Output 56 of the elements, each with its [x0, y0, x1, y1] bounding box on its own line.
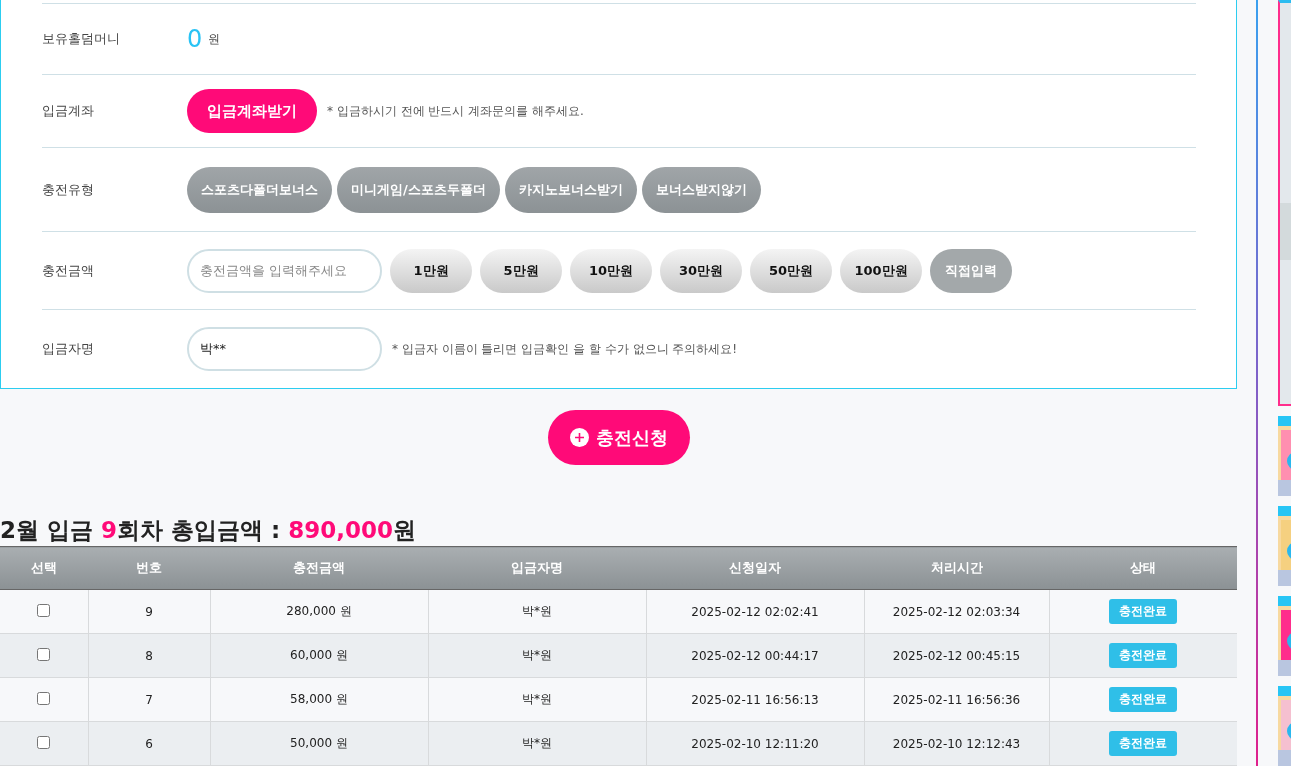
table-cell: 2025-02-12 00:44:17 — [646, 633, 864, 678]
status-badge: 충전완료 — [1109, 599, 1178, 624]
currency-unit: 원 — [208, 30, 221, 48]
field-label: 입금계좌 — [42, 102, 95, 120]
table-cell: 2025-02-10 12:11:20 — [646, 721, 864, 766]
column-header: 상태 — [1049, 546, 1237, 590]
table-cell: 2025-02-10 12:12:43 — [864, 721, 1049, 766]
table-cell: 2025-02-12 02:03:34 — [864, 589, 1049, 634]
table-cell: 박*원 — [428, 633, 646, 678]
table-cell: 박*원 — [428, 589, 646, 634]
plus-icon — [569, 428, 589, 447]
table-cell: 2025-02-12 02:02:41 — [646, 589, 864, 634]
deposit-summary: 2월 입금 9회차 총입금액 : 890,000원 — [0, 516, 418, 545]
get-account-button[interactable]: 입금계좌받기 — [187, 89, 317, 133]
row-checkbox[interactable] — [37, 691, 51, 705]
table-cell: 박*원 — [428, 677, 646, 722]
status-badge: 충전완료 — [1109, 731, 1178, 756]
amount-button[interactable]: 10만원 — [570, 248, 652, 293]
money-value: 0 — [187, 25, 203, 53]
column-header: 처리시간 — [864, 546, 1049, 590]
column-header: 신청일자 — [646, 546, 864, 590]
amount-button[interactable]: 50만원 — [750, 248, 832, 293]
status-badge: 충전완료 — [1109, 687, 1178, 712]
field-label: 보유홀덤머니 — [42, 30, 121, 48]
table-cell: 58,000 원 — [210, 677, 428, 722]
status-badge: 충전완료 — [1109, 643, 1178, 668]
table-cell: 2025-02-11 16:56:13 — [646, 677, 864, 722]
column-header: 선택 — [0, 546, 88, 590]
table-cell: 60,000 원 — [210, 633, 428, 678]
table-cell: 280,000 원 — [210, 589, 428, 634]
amount-button[interactable]: 100만원 — [840, 248, 922, 293]
field-label: 충전금액 — [42, 261, 95, 280]
amount-button[interactable]: 1만원 — [390, 248, 472, 293]
field-label: 입금자명 — [42, 340, 95, 358]
table-cell: 박*원 — [428, 721, 646, 766]
notice-text: * 입금하시기 전에 반드시 계좌문의를 해주세요. — [327, 102, 584, 120]
table-cell: 2025-02-11 16:56:36 — [864, 677, 1049, 722]
amount-button[interactable]: 5만원 — [480, 248, 562, 293]
notice-text: * 입금자 이름이 틀리면 입금확인 을 할 수가 없으니 주의하세요! — [392, 340, 738, 358]
table-cell: 8 — [88, 633, 210, 678]
table-cell: 2025-02-12 00:45:15 — [864, 633, 1049, 678]
row-checkbox[interactable] — [37, 735, 51, 749]
amount-field[interactable]: 충전금액을 입력해주세요 — [187, 248, 382, 293]
table-cell: 6 — [88, 721, 210, 766]
amount-button[interactable]: 30만원 — [660, 248, 742, 293]
charge-request-button[interactable]: 충전신청 — [547, 410, 690, 465]
depositor-field[interactable]: 박** — [187, 327, 382, 371]
field-label: 충전유형 — [42, 180, 95, 199]
column-header: 입금자명 — [428, 546, 646, 590]
table-cell: 9 — [88, 589, 210, 634]
column-header: 충전금액 — [210, 546, 428, 590]
row-checkbox[interactable] — [37, 647, 51, 661]
table-cell: 7 — [88, 677, 210, 722]
column-header: 번호 — [88, 546, 210, 590]
table-cell: 50,000 원 — [210, 721, 428, 766]
row-checkbox[interactable] — [37, 603, 51, 617]
